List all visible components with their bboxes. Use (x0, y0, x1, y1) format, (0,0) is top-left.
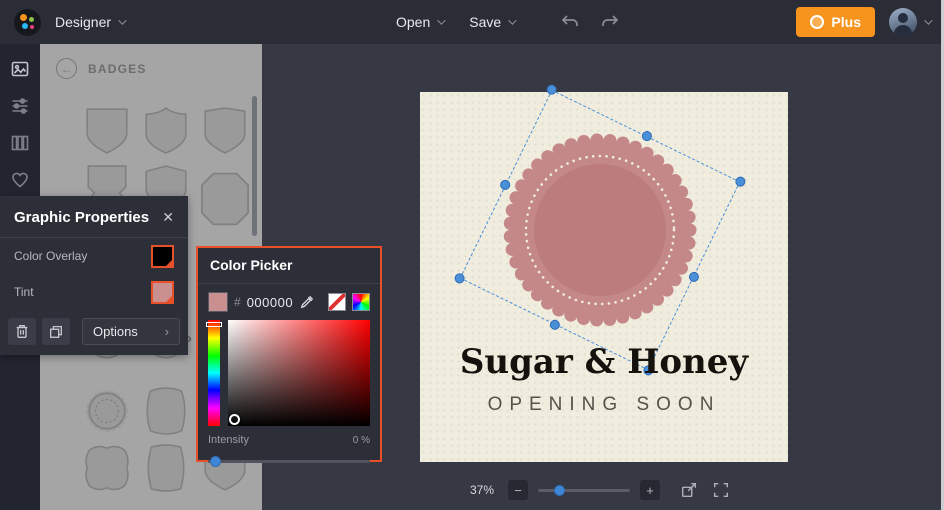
avatar (889, 8, 917, 36)
hex-input[interactable]: 000000 (247, 295, 293, 310)
designer-menu[interactable]: Designer (55, 14, 127, 30)
top-bar: Designer Open Save Plus (0, 0, 944, 44)
account-menu[interactable] (889, 8, 933, 36)
layout-columns-icon[interactable] (10, 133, 30, 153)
resize-handle[interactable] (544, 82, 559, 97)
rainbow-palette-swatch[interactable] (352, 293, 370, 311)
undo-button[interactable] (558, 11, 582, 33)
open-menu[interactable]: Open (396, 14, 446, 30)
designer-menu-label: Designer (55, 14, 112, 30)
zoom-level: 37% (470, 483, 495, 497)
chevron-down-icon (118, 16, 127, 25)
chevron-down-icon (924, 16, 933, 25)
graphic-properties-title: Graphic Properties (14, 209, 150, 226)
badges-panel-scrollbar[interactable] (252, 96, 257, 236)
tint-label: Tint (14, 285, 34, 299)
badge-ornate-thumbnail[interactable] (141, 383, 191, 439)
plus-button-label: Plus (831, 14, 861, 30)
zoom-slider-handle[interactable] (554, 484, 565, 496)
intensity-slider-handle[interactable] (210, 456, 221, 467)
badges-panel-title: BADGES (88, 61, 147, 76)
canvas-heading-text[interactable]: Sugar & Honey (420, 342, 788, 382)
plus-badge-icon (810, 15, 825, 29)
export-view-button[interactable] (678, 479, 700, 501)
app-window: Designer Open Save Plus ← BADGES Sugar &… (0, 0, 944, 510)
delete-button[interactable] (8, 318, 36, 345)
befunky-logo-icon[interactable] (14, 8, 41, 36)
intensity-slider[interactable] (208, 456, 370, 467)
adjustments-icon[interactable] (10, 96, 30, 116)
save-menu[interactable]: Save (469, 14, 517, 30)
close-icon: ✕ (162, 209, 174, 225)
duplicate-button[interactable] (42, 318, 70, 345)
color-overlay-label: Color Overlay (14, 249, 88, 263)
badge-shield-thumbnail[interactable] (141, 103, 191, 159)
color-picker-title: Color Picker (210, 257, 293, 273)
save-menu-label: Save (469, 14, 502, 30)
eyedropper-icon (300, 295, 314, 309)
undo-icon (561, 15, 579, 26)
chevron-down-icon (508, 16, 517, 25)
color-overlay-swatch[interactable] (151, 244, 174, 268)
eyedropper-button[interactable] (299, 294, 315, 310)
badge-octagon-thumbnail[interactable] (197, 169, 253, 229)
design-canvas[interactable]: Sugar & Honey OPENING SOON (420, 82, 788, 462)
options-button-label: Options (93, 324, 138, 339)
badge-seal-thumbnail[interactable] (82, 383, 132, 439)
options-button[interactable]: Options › (82, 318, 180, 345)
fullscreen-icon (713, 482, 729, 498)
zoom-out-button[interactable]: − (508, 480, 528, 500)
plus-icon: + (646, 482, 654, 498)
redo-icon (602, 15, 619, 26)
zoom-slider-track (538, 489, 630, 492)
tint-swatch[interactable] (151, 280, 174, 304)
hue-slider[interactable] (206, 320, 222, 426)
intensity-value: 0 % (352, 434, 370, 446)
saturation-value-cursor[interactable] (229, 414, 240, 425)
zoom-in-button[interactable]: + (640, 480, 660, 500)
hex-prefix: # (234, 295, 241, 309)
graphics-library-icon[interactable] (10, 59, 30, 79)
intensity-label: Intensity (208, 434, 249, 446)
resize-handle[interactable] (733, 174, 748, 189)
saturation-value-area[interactable] (228, 320, 370, 426)
canvas-subheading-text[interactable]: OPENING SOON (420, 394, 788, 416)
badge-shield-thumbnail[interactable] (200, 103, 250, 159)
plus-upgrade-button[interactable]: Plus (796, 7, 875, 37)
badge-shield-thumbnail[interactable] (82, 103, 132, 159)
favorites-heart-icon[interactable] (10, 170, 30, 190)
zoom-slider[interactable] (538, 484, 630, 496)
current-color-swatch[interactable] (208, 292, 228, 312)
color-picker-panel: Color Picker # 000000 Intensity 0 % (196, 246, 382, 467)
badge-frame-thumbnail[interactable] (82, 440, 132, 496)
duplicate-icon (50, 325, 62, 338)
chevron-right-icon: › (164, 324, 169, 339)
chevron-down-icon (437, 16, 446, 25)
back-button[interactable]: ← (56, 58, 77, 79)
trash-icon (16, 325, 28, 338)
minus-icon: − (514, 482, 522, 498)
back-arrow-icon: ← (60, 61, 73, 76)
export-icon (681, 482, 697, 498)
zoom-toolbar: 37% − + (470, 479, 732, 501)
fullscreen-button[interactable] (710, 479, 732, 501)
close-button[interactable]: ✕ (162, 209, 174, 226)
graphic-properties-panel: Graphic Properties ✕ Color Overlay Tint (0, 196, 188, 355)
intensity-slider-track (208, 460, 370, 463)
no-color-swatch[interactable] (328, 293, 346, 311)
badge-cushion-thumbnail[interactable] (141, 440, 191, 496)
redo-button[interactable] (598, 11, 622, 33)
resize-handle[interactable] (452, 271, 467, 286)
hue-slider-handle[interactable] (206, 322, 222, 327)
open-menu-label: Open (396, 14, 431, 30)
